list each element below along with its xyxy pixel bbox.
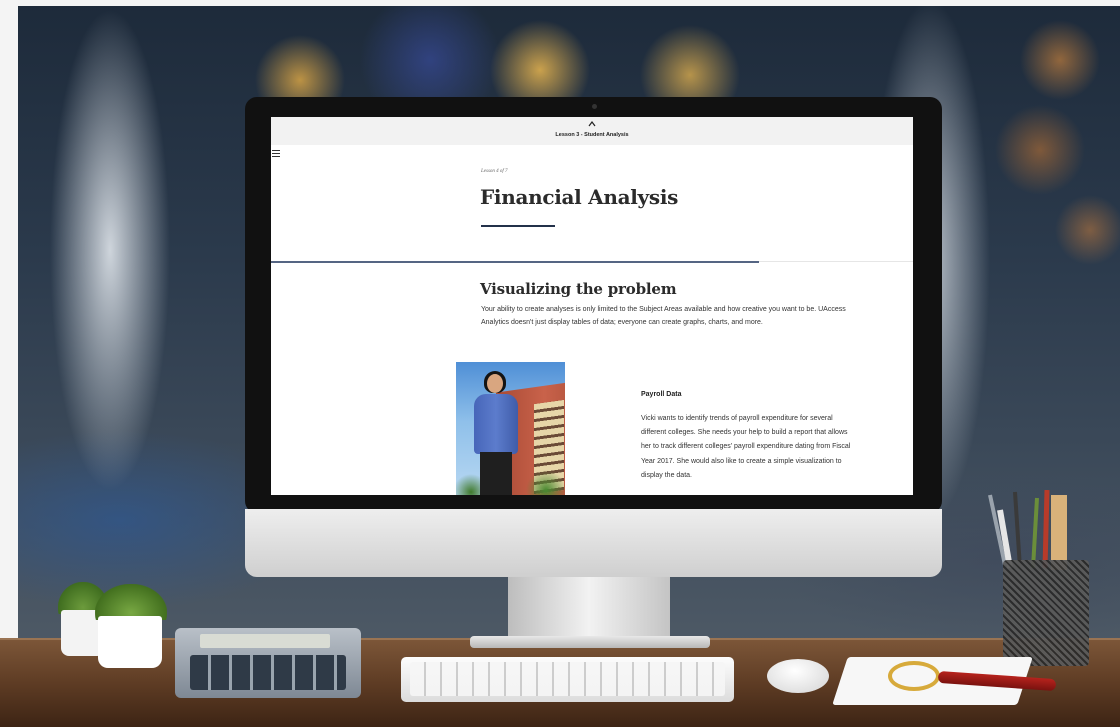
person-pants [480, 452, 512, 495]
image-border-left [0, 0, 18, 727]
monitor-chin [245, 509, 942, 577]
monitor-stand-base [470, 636, 710, 648]
calculator-display [200, 634, 330, 648]
payroll-card-text: Vicki wants to identify trends of payrol… [641, 415, 851, 479]
person-face [487, 374, 503, 393]
magnifying-glass-lens [888, 661, 940, 691]
webcam [592, 104, 597, 109]
mouse [767, 659, 829, 693]
pencils [985, 489, 1085, 570]
section-intro-paragraph: Your ability to create analyses is only … [481, 306, 846, 326]
page-title: Financial Analysis [480, 185, 679, 209]
plant-pot-large [98, 616, 162, 668]
mesh-pencil-cup [1003, 560, 1089, 666]
person-shirt [474, 394, 518, 454]
hamburger-menu-icon[interactable] [272, 150, 280, 157]
lesson-progress-fill [271, 261, 759, 263]
title-underline [481, 225, 555, 227]
previous-lesson-title[interactable]: Lesson 3 - Student Analysis [271, 132, 913, 138]
previous-lesson-bar[interactable]: Lesson 3 - Student Analysis [271, 117, 913, 145]
payroll-card-title: Payroll Data [641, 391, 682, 398]
lesson-screen: Lesson 3 - Student Analysis Lesson 4 of … [271, 117, 913, 495]
calculator-keypad [190, 655, 346, 690]
image-border-top [0, 0, 1120, 6]
monitor-stand [508, 577, 670, 642]
keyboard-keys [410, 662, 725, 696]
section-heading: Visualizing the problem [480, 280, 677, 298]
lesson-counter: Lesson 4 of 7 [481, 169, 508, 174]
chevron-up-icon[interactable] [587, 120, 597, 128]
vicki-photo [456, 362, 565, 495]
succulent-plant-large [95, 584, 167, 620]
